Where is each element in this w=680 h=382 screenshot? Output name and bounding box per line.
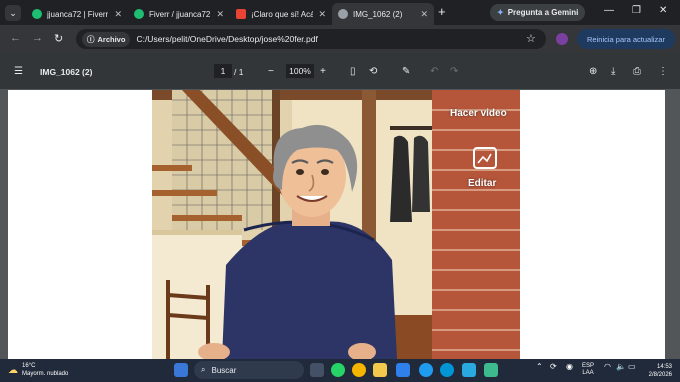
app-icon-2[interactable] <box>484 363 498 377</box>
gemini-label: Pregunta a Gemini <box>507 8 579 17</box>
store-icon[interactable] <box>396 363 410 377</box>
task-view-icon[interactable] <box>310 363 324 377</box>
file-explorer-icon[interactable] <box>373 363 387 377</box>
clock[interactable]: 14:53 2/8/2026 <box>642 363 672 379</box>
temperature: 16°C <box>22 363 36 369</box>
battery-icon[interactable]: ▭ <box>628 363 636 371</box>
sync-icon[interactable]: ⟳ <box>550 363 557 371</box>
eye-icon[interactable]: ◉ <box>566 363 573 371</box>
tab-label: ¡Claro que sí! Acá <box>251 9 314 19</box>
fit-page-icon[interactable]: ▯ <box>350 66 356 77</box>
language-indicator[interactable]: ESP LAA <box>582 363 594 377</box>
print-icon[interactable]: ⎙ <box>633 66 641 77</box>
site-info-chip[interactable]: ⓘ Archivo <box>82 31 131 47</box>
cartoon-illustration <box>152 90 520 359</box>
pdf-viewer-area[interactable]: Hacer video Editar <box>0 89 680 359</box>
tab-label: IMG_1062 (2) <box>353 9 403 19</box>
close-icon[interactable]: ✕ <box>114 9 122 20</box>
cloud-sun-icon: ☁ <box>8 364 18 376</box>
windows-taskbar: ☁ 16°C Mayorm. nublado ⌕ Buscar ⌃ ⟳ ◉ ES… <box>0 359 680 382</box>
tab-strip: ⌄ jjuanca72 | Fiverr ✕ Fiverr / jjuanca7… <box>0 0 680 25</box>
chrome-icon[interactable] <box>352 363 366 377</box>
back-arrow-icon[interactable]: ← <box>10 32 21 44</box>
download-icon[interactable]: ⤓ <box>611 66 615 77</box>
chevron-up-icon[interactable]: ⌃ <box>536 363 543 371</box>
weather-description: Mayorm. nublado <box>22 371 69 377</box>
taskbar-search[interactable]: ⌕ Buscar <box>194 361 304 379</box>
address-bar[interactable]: ⓘ Archivo C:/Users/pelit/OneDrive/Deskto… <box>76 29 546 49</box>
bookmark-star-icon[interactable]: ☆ <box>526 32 536 45</box>
ask-gemini-button[interactable]: ✦ Pregunta a Gemini <box>490 4 586 21</box>
tab-pdf-active[interactable]: IMG_1062 (2) ✕ <box>332 3 434 25</box>
fiverr-icon <box>134 9 144 19</box>
tab-fiverr-profile[interactable]: jjuanca72 | Fiverr ✕ <box>26 3 128 25</box>
tab-gmail[interactable]: ¡Claro que sí! Acá ✕ <box>230 3 332 25</box>
annotate-icon[interactable]: ✎ <box>402 66 410 77</box>
search-icon: ⌕ <box>201 365 206 374</box>
globe-icon <box>338 9 348 19</box>
site-info-label: Archivo <box>97 34 126 44</box>
close-icon[interactable]: ✕ <box>318 9 326 20</box>
page-count: / 1 <box>234 67 244 77</box>
undo-icon[interactable]: ↶ <box>430 66 438 77</box>
tab-label: Fiverr / jjuanca72 <box>149 9 211 19</box>
whatsapp-icon[interactable] <box>331 363 345 377</box>
tab-fiverr-inbox[interactable]: Fiverr / jjuanca72 ✕ <box>128 3 230 25</box>
hp-icon[interactable] <box>440 363 454 377</box>
volume-icon[interactable]: 🔈 <box>616 363 626 371</box>
redo-icon[interactable]: ↷ <box>450 66 458 77</box>
weather-widget[interactable]: ☁ 16°C Mayorm. nublado <box>8 362 68 378</box>
avatar[interactable] <box>556 33 568 45</box>
fiverr-icon <box>32 9 42 19</box>
pdf-page: Hacer video Editar <box>8 90 665 359</box>
zoom-out-icon[interactable]: − <box>268 66 274 77</box>
edge-icon[interactable] <box>419 363 433 377</box>
add-to-drive-icon[interactable]: ⊕ <box>589 66 597 77</box>
rotate-icon[interactable]: ⟲ <box>369 66 377 77</box>
time: 14:53 <box>656 364 672 370</box>
gemini-icon: ✦ <box>497 8 504 17</box>
page-number-input[interactable]: 1 <box>214 64 232 78</box>
tab-search-button[interactable]: ⌄ <box>5 5 21 21</box>
date: 2/8/2026 <box>648 372 672 378</box>
zoom-input[interactable]: 100% <box>286 64 314 78</box>
app-icon[interactable] <box>462 363 476 377</box>
pdf-title: IMG_1062 (2) <box>40 67 93 77</box>
forward-arrow-icon[interactable]: → <box>32 32 43 44</box>
update-button[interactable]: Reinicia para actualizar <box>577 29 675 49</box>
cartoon-portrait-image: Hacer video Editar <box>152 90 520 359</box>
reload-icon[interactable]: ↻ <box>54 32 63 45</box>
window-close-button[interactable]: ✕ <box>659 5 667 16</box>
edit-label[interactable]: Editar <box>468 178 496 189</box>
zoom-in-icon[interactable]: + <box>320 66 326 77</box>
info-icon: ⓘ <box>87 34 95 44</box>
menu-icon[interactable]: ☰ <box>14 66 23 77</box>
wifi-icon[interactable]: ◠ <box>604 363 611 371</box>
more-options-icon[interactable]: ⋮ <box>658 66 668 77</box>
pdf-toolbar: ☰ IMG_1062 (2) 1 / 1 − 100% + ▯ ⟲ ✎ ↶ ↷ … <box>0 53 680 89</box>
close-icon[interactable]: ✕ <box>420 9 428 20</box>
tab-label: jjuanca72 | Fiverr <box>47 9 109 19</box>
close-icon[interactable]: ✕ <box>216 9 224 20</box>
minimize-button[interactable]: — <box>604 5 614 16</box>
url-text[interactable]: C:/Users/pelit/OneDrive/Desktop/jose%20f… <box>136 34 317 44</box>
search-placeholder: Buscar <box>211 365 237 375</box>
new-tab-button[interactable]: + <box>438 4 446 19</box>
gmail-icon <box>236 9 246 19</box>
windows-start-icon[interactable] <box>174 363 188 377</box>
maximize-button[interactable]: ❐ <box>632 5 641 16</box>
make-video-label[interactable]: Hacer video <box>450 108 507 119</box>
